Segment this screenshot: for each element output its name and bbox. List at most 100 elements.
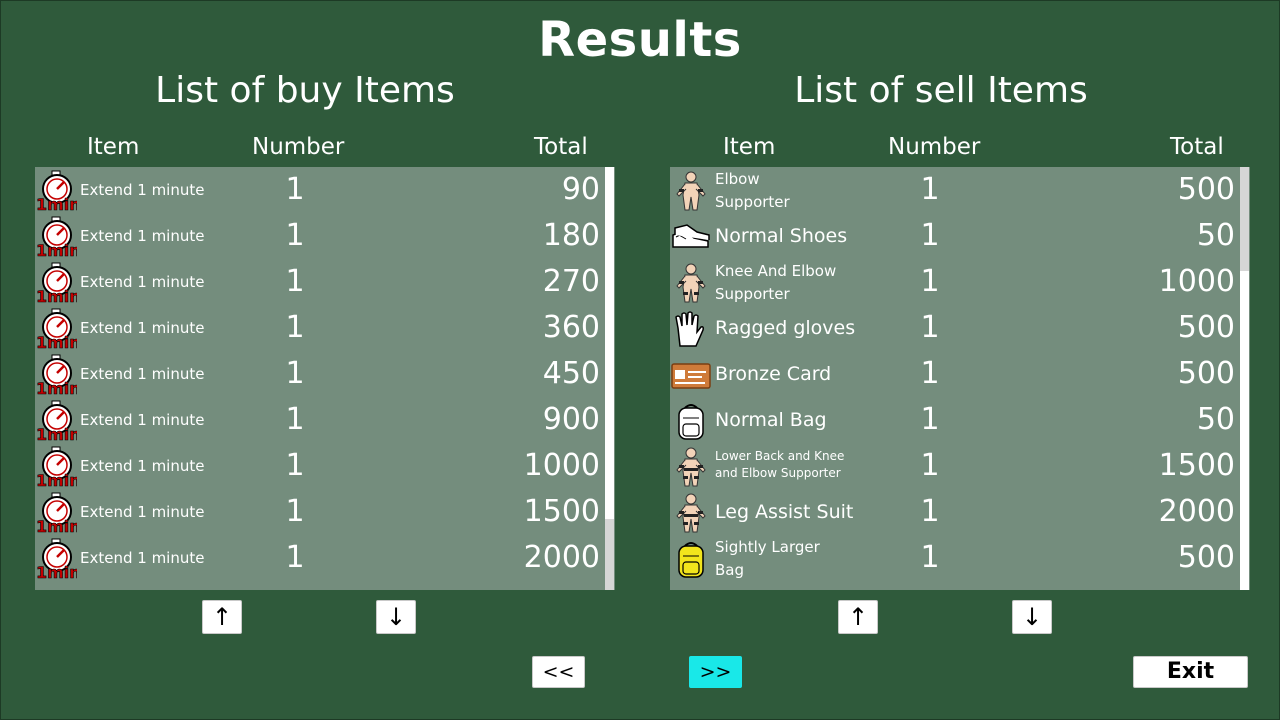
timer-1min-icon: 1min xyxy=(35,400,81,444)
item-name: Lower Back and Knee and Elbow Supporter xyxy=(715,449,845,480)
sell-list-row[interactable]: Sightly Larger Bag 1 500 xyxy=(670,535,1235,581)
buy-list-row[interactable]: 1min Extend 1 minute 1 2000 xyxy=(35,535,600,582)
timer-1min-icon: 1min xyxy=(35,262,81,306)
buy-scroll-up-button[interactable]: ↑ xyxy=(202,600,242,634)
results-title: Results xyxy=(538,12,742,68)
item-total: 500 xyxy=(1177,540,1235,575)
buy-list-row[interactable]: 1min Extend 1 minute 1 180 xyxy=(35,213,600,260)
item-total: 270 xyxy=(542,264,600,299)
buy-list-row[interactable]: 1min Extend 1 minute 1 1500 xyxy=(35,489,600,536)
sell-list-title: List of sell Items xyxy=(794,70,1088,111)
buy-scrollbar[interactable] xyxy=(605,167,614,590)
gloves-icon xyxy=(670,308,712,350)
item-name: Extend 1 minute xyxy=(80,273,205,291)
buy-list[interactable]: 1min Extend 1 minute 1 90 1min Extend 1 mi… xyxy=(35,167,615,590)
next-page-button[interactable]: >> xyxy=(689,656,742,688)
elbow-supporter-icon xyxy=(670,170,712,212)
item-total: 360 xyxy=(542,310,600,345)
prev-page-button[interactable]: << xyxy=(532,656,585,688)
svg-text:1min: 1min xyxy=(36,425,77,442)
item-total: 900 xyxy=(542,402,600,437)
item-total: 2000 xyxy=(1158,494,1235,529)
item-name: Extend 1 minute xyxy=(80,503,205,521)
item-name: Extend 1 minute xyxy=(80,457,205,475)
item-total: 500 xyxy=(1177,356,1235,391)
item-number: 1 xyxy=(285,494,305,529)
item-name: Extend 1 minute xyxy=(80,549,205,567)
knee-elbow-supporter-icon xyxy=(670,262,712,304)
item-name: Bronze Card xyxy=(715,363,832,385)
sell-list-row[interactable]: Knee And Elbow Supporter 1 1000 xyxy=(670,259,1235,305)
item-name: Leg Assist Suit xyxy=(715,501,854,523)
svg-text:1min: 1min xyxy=(36,287,77,304)
timer-1min-icon: 1min xyxy=(35,170,81,214)
item-number: 1 xyxy=(920,540,940,575)
buy-list-title: List of buy Items xyxy=(155,70,455,111)
buy-list-row[interactable]: 1min Extend 1 minute 1 90 xyxy=(35,167,600,214)
timer-1min-icon: 1min xyxy=(35,538,81,582)
sell-list-row[interactable]: Ragged gloves 1 500 xyxy=(670,305,1235,351)
item-name: Knee And Elbow Supporter xyxy=(715,262,837,303)
buy-list-row[interactable]: 1min Extend 1 minute 1 450 xyxy=(35,351,600,398)
sell-header-item: Item xyxy=(723,134,776,160)
item-name: Extend 1 minute xyxy=(80,181,205,199)
sell-list-row[interactable]: Normal Shoes 1 50 xyxy=(670,213,1235,259)
svg-text:1min: 1min xyxy=(36,241,77,258)
item-name: Ragged gloves xyxy=(715,317,856,339)
buy-header-number: Number xyxy=(252,134,345,160)
buy-header-total: Total xyxy=(534,134,588,160)
item-number: 1 xyxy=(285,264,305,299)
timer-1min-icon: 1min xyxy=(35,216,81,260)
item-total: 1000 xyxy=(523,448,600,483)
item-total: 500 xyxy=(1177,172,1235,207)
item-name: Sightly Larger Bag xyxy=(715,538,820,579)
item-name: Normal Shoes xyxy=(715,225,848,247)
sell-list-row[interactable]: Leg Assist Suit 1 2000 xyxy=(670,489,1235,535)
item-number: 1 xyxy=(920,264,940,299)
exit-button[interactable]: Exit xyxy=(1133,656,1248,688)
sell-list-row[interactable]: Bronze Card 1 500 xyxy=(670,351,1235,397)
item-name: Extend 1 minute xyxy=(80,411,205,429)
item-name: Extend 1 minute xyxy=(80,319,205,337)
item-number: 1 xyxy=(920,172,940,207)
yellow-backpack-icon xyxy=(670,538,712,580)
item-number: 1 xyxy=(285,310,305,345)
item-name: Extend 1 minute xyxy=(80,365,205,383)
buy-scroll-down-button[interactable]: ↓ xyxy=(376,600,416,634)
sell-header-total: Total xyxy=(1170,134,1224,160)
svg-text:1min: 1min xyxy=(36,333,77,350)
buy-list-row[interactable]: 1min Extend 1 minute 1 360 xyxy=(35,305,600,352)
sell-list[interactable]: Elbow Supporter 1 500 Normal Shoes 1 50 Knee… xyxy=(670,167,1250,590)
sell-list-row[interactable]: Normal Bag 1 50 xyxy=(670,397,1235,443)
sell-header-number: Number xyxy=(888,134,981,160)
svg-text:1min: 1min xyxy=(36,471,77,488)
sell-list-row[interactable]: Elbow Supporter 1 500 xyxy=(670,167,1235,213)
timer-1min-icon: 1min xyxy=(35,446,81,490)
item-number: 1 xyxy=(285,218,305,253)
item-name: Extend 1 minute xyxy=(80,227,205,245)
buy-list-row[interactable]: 1min Extend 1 minute 1 270 xyxy=(35,259,600,306)
sell-scrollbar-thumb[interactable] xyxy=(1240,167,1249,271)
item-total: 2000 xyxy=(523,540,600,575)
item-number: 1 xyxy=(285,172,305,207)
sell-scrollbar[interactable] xyxy=(1240,167,1249,590)
item-number: 1 xyxy=(285,540,305,575)
item-total: 50 xyxy=(1196,218,1235,253)
sell-scroll-down-button[interactable]: ↓ xyxy=(1012,600,1052,634)
buy-header-item: Item xyxy=(87,134,140,160)
item-name: Elbow Supporter xyxy=(715,170,790,211)
item-number: 1 xyxy=(920,356,940,391)
item-number: 1 xyxy=(285,402,305,437)
item-total: 500 xyxy=(1177,310,1235,345)
item-total: 1500 xyxy=(523,494,600,529)
svg-text:1min: 1min xyxy=(36,517,77,534)
item-name: Normal Bag xyxy=(715,409,827,431)
sell-list-row[interactable]: Lower Back and Knee and Elbow Supporter 1… xyxy=(670,443,1235,489)
item-number: 1 xyxy=(285,448,305,483)
buy-scrollbar-thumb[interactable] xyxy=(605,519,614,590)
item-number: 1 xyxy=(920,448,940,483)
sell-scroll-up-button[interactable]: ↑ xyxy=(838,600,878,634)
buy-list-row[interactable]: 1min Extend 1 minute 1 1000 xyxy=(35,443,600,490)
backpack-icon xyxy=(670,400,712,442)
buy-list-row[interactable]: 1min Extend 1 minute 1 900 xyxy=(35,397,600,444)
